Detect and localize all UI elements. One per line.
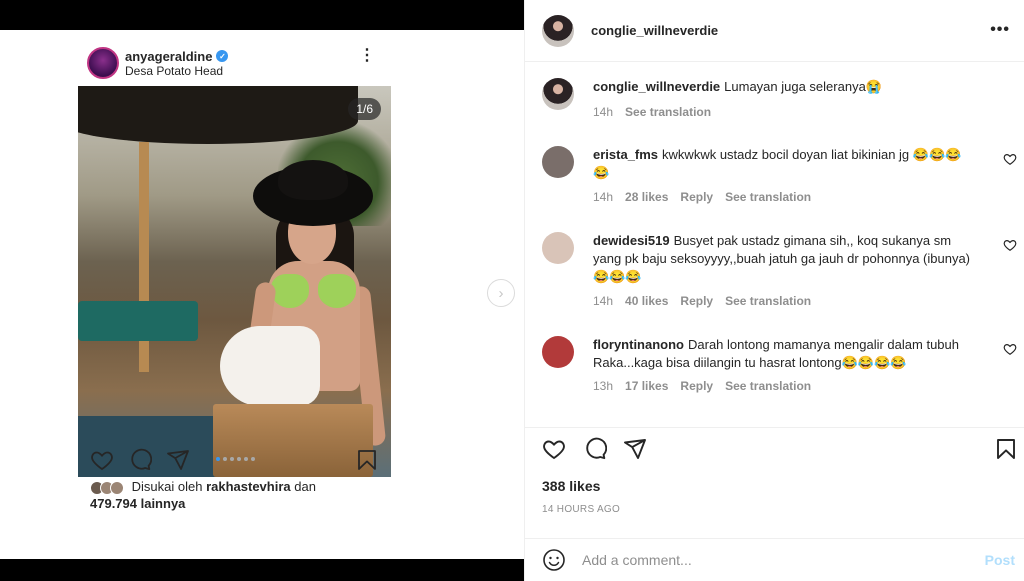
comment-username[interactable]: dewidesi519 bbox=[593, 233, 670, 248]
share-icon bbox=[167, 450, 189, 470]
embedded-actions bbox=[78, 444, 391, 474]
chevron-right-icon[interactable]: › bbox=[487, 279, 515, 307]
embedded-photo: 1/6 bbox=[78, 86, 391, 477]
photo-counter: 1/6 bbox=[348, 98, 381, 120]
carousel-dot bbox=[244, 457, 248, 461]
comment-username[interactable]: erista_fms bbox=[593, 147, 658, 162]
reply-button[interactable]: Reply bbox=[680, 379, 713, 393]
comment-username[interactable]: conglie_willneverdie bbox=[593, 79, 720, 94]
post-header: conglie_willneverdie ••• bbox=[525, 0, 1024, 62]
embedded-avatar bbox=[87, 47, 119, 79]
comment-icon bbox=[131, 448, 152, 470]
reply-button[interactable]: Reply bbox=[680, 294, 713, 308]
post-actions bbox=[525, 427, 1024, 475]
carousel-dot bbox=[216, 457, 220, 461]
comment-composer: Post bbox=[525, 538, 1024, 581]
verified-badge-icon: ✓ bbox=[216, 50, 229, 62]
embedded-username: anyageraldine bbox=[125, 48, 213, 64]
carousel-dots bbox=[216, 457, 255, 461]
see-translation-button[interactable]: See translation bbox=[725, 294, 811, 308]
share-icon[interactable] bbox=[623, 437, 647, 461]
heart-icon bbox=[91, 451, 113, 471]
owner-username[interactable]: conglie_willneverdie bbox=[591, 23, 718, 38]
carousel-dot bbox=[223, 457, 227, 461]
owner-avatar[interactable] bbox=[542, 14, 574, 47]
see-translation-button[interactable]: See translation bbox=[725, 190, 811, 204]
reply-button[interactable]: Reply bbox=[680, 190, 713, 204]
post-time: 14 HOURS AGO bbox=[542, 504, 621, 515]
embedded-post: anyageraldine ✓ Desa Potato Head ⋮ 1/6 bbox=[78, 40, 391, 477]
carousel-dot bbox=[237, 457, 241, 461]
avatar[interactable] bbox=[542, 146, 574, 178]
see-translation-button[interactable]: See translation bbox=[625, 105, 711, 119]
liked-by-user: rakhastevhira bbox=[206, 479, 291, 494]
more-dots-icon[interactable]: ••• bbox=[990, 21, 1010, 39]
liker-avatars bbox=[90, 480, 124, 495]
comment-likes[interactable]: 28 likes bbox=[625, 190, 668, 204]
comment-input[interactable] bbox=[582, 552, 962, 568]
avatar[interactable] bbox=[542, 232, 574, 264]
comment-likes[interactable]: 17 likes bbox=[625, 379, 668, 393]
liked-by-count: 479.794 lainnya bbox=[90, 496, 186, 511]
post-button[interactable]: Post bbox=[985, 552, 1015, 568]
embedded-liked-by: Disukai oleh rakhastevhira dan 479.794 l… bbox=[90, 478, 390, 512]
heart-icon[interactable] bbox=[542, 437, 566, 461]
comment-icon[interactable] bbox=[583, 437, 607, 461]
comment-time: 14h bbox=[593, 190, 614, 204]
liked-by-prefix: Disukai oleh bbox=[131, 479, 203, 494]
emoji-icon[interactable] bbox=[542, 548, 566, 572]
comments-panel: conglie_willneverdie ••• conglie_willnev… bbox=[524, 0, 1024, 581]
avatar[interactable] bbox=[542, 78, 574, 110]
embedded-post-header: anyageraldine ✓ Desa Potato Head ⋮ bbox=[78, 40, 391, 86]
carousel-dot bbox=[230, 457, 234, 461]
liked-by-and: dan bbox=[294, 479, 316, 494]
heart-icon[interactable] bbox=[1003, 342, 1017, 356]
heart-icon[interactable] bbox=[1003, 238, 1017, 252]
comment-time: 14h bbox=[593, 105, 614, 119]
comment-text: Lumayan juga seleranya😭 bbox=[724, 79, 882, 94]
comment-likes[interactable]: 40 likes bbox=[625, 294, 668, 308]
heart-icon[interactable] bbox=[1003, 152, 1017, 166]
likes-count[interactable]: 388 likes bbox=[542, 478, 600, 494]
avatar[interactable] bbox=[542, 336, 574, 368]
bookmark-icon[interactable] bbox=[994, 437, 1018, 461]
comment-username[interactable]: floryntinanono bbox=[593, 337, 684, 352]
photo-bottom-letterbox bbox=[0, 559, 524, 581]
photo-panel: anyageraldine ✓ Desa Potato Head ⋮ 1/6 D… bbox=[0, 0, 524, 581]
more-dots-icon: ⋮ bbox=[359, 47, 375, 64]
see-translation-button[interactable]: See translation bbox=[725, 379, 811, 393]
photo-top-letterbox bbox=[0, 0, 524, 30]
comment-time: 14h bbox=[593, 294, 614, 308]
bookmark-icon bbox=[358, 450, 376, 470]
comment-time: 13h bbox=[593, 379, 614, 393]
carousel-dot bbox=[251, 457, 255, 461]
embedded-location: Desa Potato Head bbox=[125, 63, 224, 78]
